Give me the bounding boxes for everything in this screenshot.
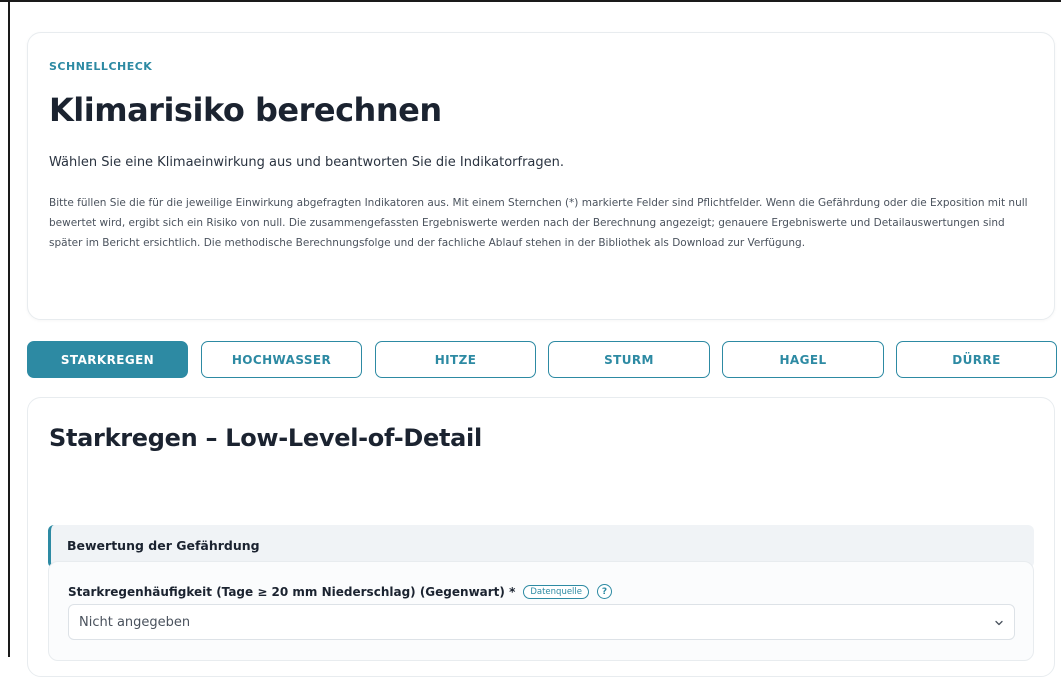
tab-duerre[interactable]: DÜRRE <box>896 341 1057 378</box>
eyebrow-label: SCHNELLCHECK <box>49 60 153 73</box>
intro-card: SCHNELLCHECK Klimarisiko berechnen Wähle… <box>27 32 1055 320</box>
tab-starkregen[interactable]: STARKREGEN <box>27 341 188 378</box>
calculation-card: Starkregen – Low-Level-of-Detail Bewertu… <box>27 397 1055 677</box>
window-frame-left <box>8 0 10 657</box>
section-title: Starkregen – Low-Level-of-Detail <box>49 424 482 452</box>
field-label: Starkregenhäufigkeit (Tage ≥ 20 mm Niede… <box>68 584 516 599</box>
field-label-row: Starkregenhäufigkeit (Tage ≥ 20 mm Niede… <box>68 584 613 599</box>
indicator-field: Starkregenhäufigkeit (Tage ≥ 20 mm Niede… <box>48 561 1034 661</box>
tab-hagel[interactable]: HAGEL <box>722 341 884 378</box>
tab-hochwasser[interactable]: HOCHWASSER <box>201 341 362 378</box>
hazard-tabs: STARKREGEN HOCHWASSER HITZE STURM HAGEL … <box>27 341 1061 380</box>
starkregen-frequency-select[interactable]: Nicht angegeben <box>68 604 1015 640</box>
subsection-title: Bewertung der Gefährdung <box>67 538 260 553</box>
tab-hitze[interactable]: HITZE <box>375 341 536 378</box>
window-frame-top <box>0 0 1061 2</box>
lead-text: Wählen Sie eine Klimaeinwirkung aus und … <box>49 155 565 170</box>
select-value: Nicht angegeben <box>79 615 191 630</box>
description-text: Bitte füllen Sie die für die jeweilige E… <box>49 197 1028 249</box>
question-circle-icon[interactable]: ? <box>597 584 613 599</box>
chevron-down-icon <box>995 620 1003 626</box>
tab-sturm[interactable]: STURM <box>548 341 710 378</box>
page-title: Klimarisiko berechnen <box>49 91 442 129</box>
datenquelle-badge[interactable]: Datenquelle <box>523 584 590 599</box>
